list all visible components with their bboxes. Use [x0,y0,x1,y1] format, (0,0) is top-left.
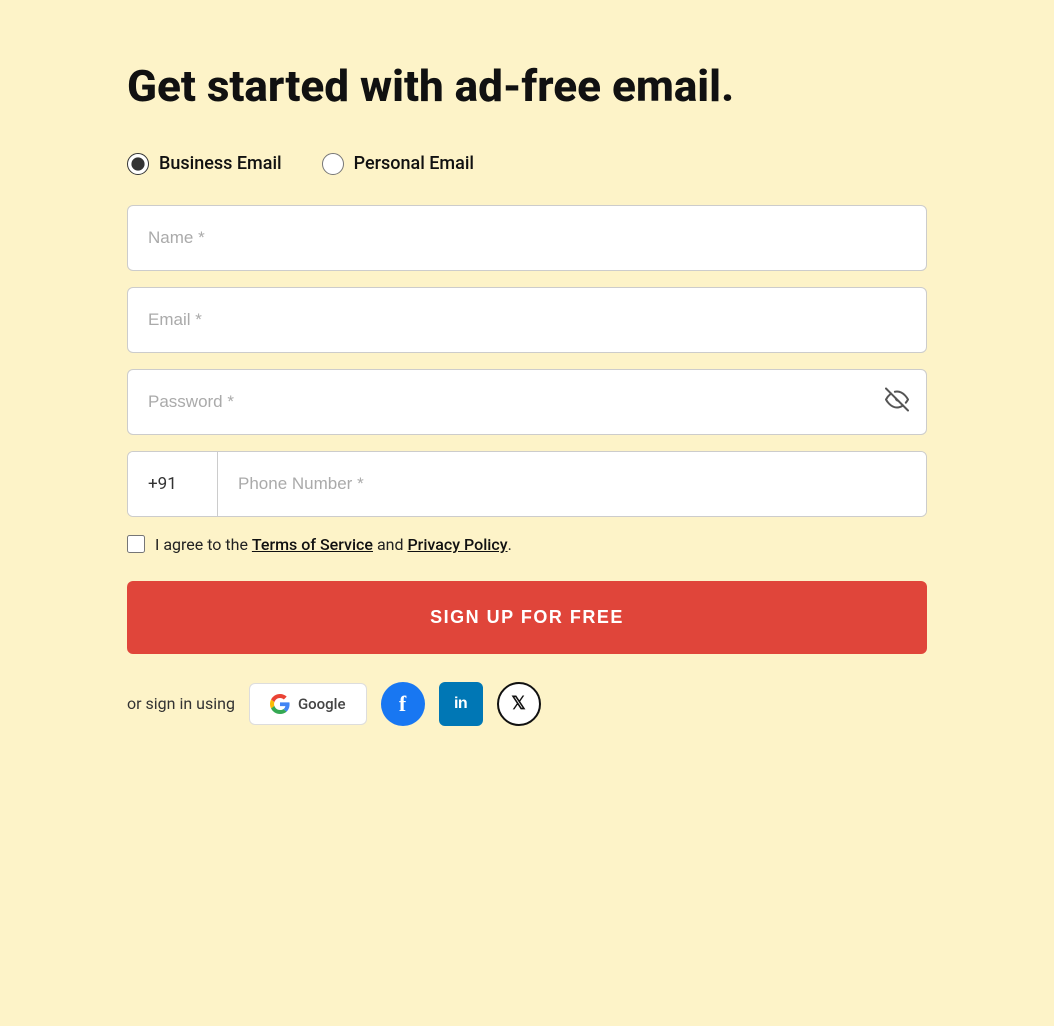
personal-email-radio[interactable] [322,153,344,175]
toggle-password-icon[interactable] [885,387,909,416]
facebook-signin-button[interactable]: f [381,682,425,726]
name-input[interactable] [127,205,927,271]
email-type-group: Business Email Personal Email [127,153,927,175]
social-signin-section: or sign in using Google f in 𝕏 [127,682,927,726]
password-wrapper [127,369,927,435]
facebook-icon: f [399,691,406,717]
main-container: Get started with ad-free email. Business… [127,60,927,966]
page-title: Get started with ad-free email. [127,60,927,113]
business-email-label: Business Email [159,153,282,174]
personal-email-option[interactable]: Personal Email [322,153,474,175]
business-email-option[interactable]: Business Email [127,153,282,175]
terms-checkbox[interactable] [127,535,145,553]
linkedin-signin-button[interactable]: in [439,682,483,726]
x-signin-button[interactable]: 𝕏 [497,682,541,726]
phone-row: +91 [127,451,927,517]
business-email-radio[interactable] [127,153,149,175]
x-icon: 𝕏 [511,693,526,714]
social-signin-text: or sign in using [127,694,235,713]
terms-text: I agree to the Terms of Service and Priv… [155,533,512,557]
email-input[interactable] [127,287,927,353]
phone-number-input[interactable] [218,452,926,516]
personal-email-label: Personal Email [354,153,474,174]
privacy-policy-link[interactable]: Privacy Policy [407,535,507,554]
password-input[interactable] [127,369,927,435]
google-label: Google [298,695,346,713]
signup-button[interactable]: SIGN UP FOR FREE [127,581,927,654]
phone-country-code: +91 [128,452,218,516]
google-icon [270,694,290,714]
terms-of-service-link[interactable]: Terms of Service [252,535,373,554]
linkedin-icon: in [454,695,467,713]
google-signin-button[interactable]: Google [249,683,367,725]
terms-row: I agree to the Terms of Service and Priv… [127,533,927,557]
